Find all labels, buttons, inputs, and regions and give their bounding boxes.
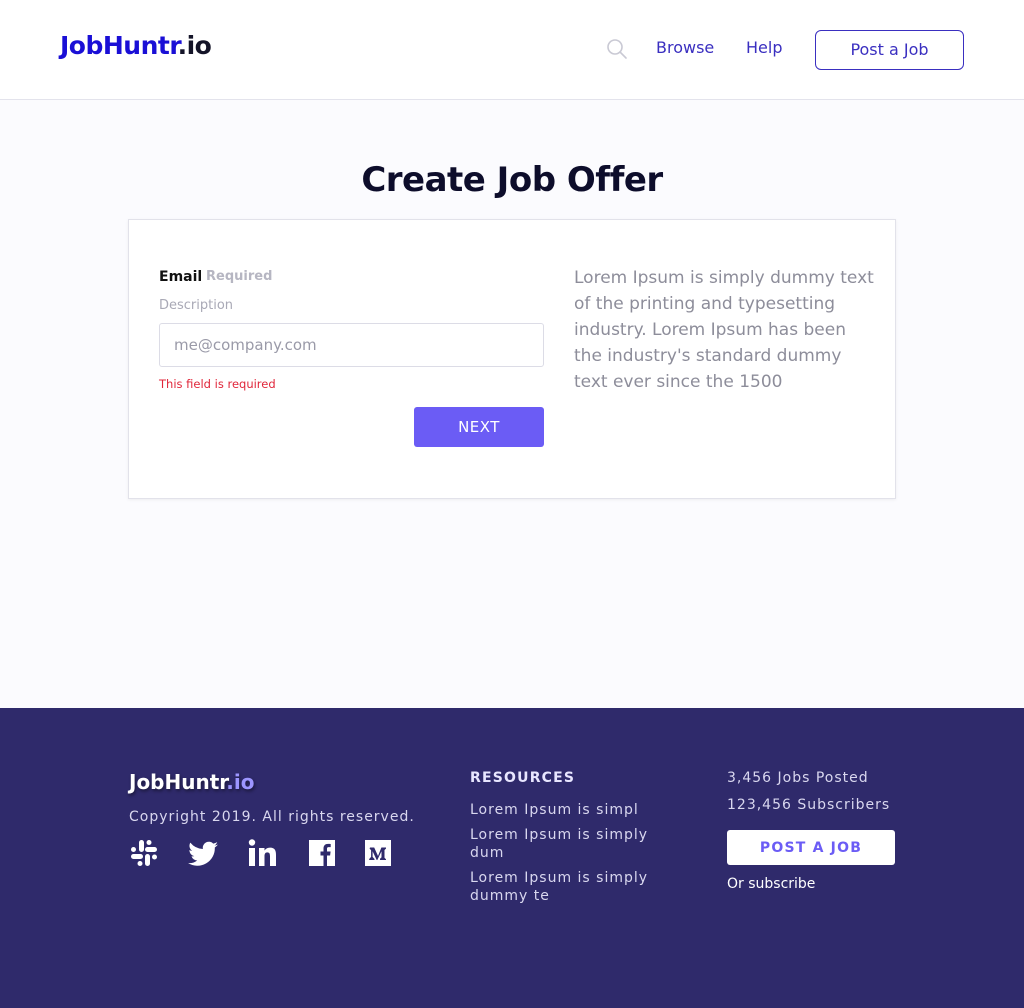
search-icon[interactable]: [606, 38, 628, 60]
logo[interactable]: JobHuntr.io: [60, 31, 212, 60]
logo-tld: .io: [177, 31, 212, 60]
resources-list: Lorem Ipsum is simpl Lorem Ipsum is simp…: [470, 801, 670, 912]
resource-link[interactable]: Lorem Ipsum is simply dummy te: [470, 869, 670, 905]
footer-post-job-button[interactable]: POST A JOB: [727, 830, 895, 865]
email-label: Email: [159, 269, 203, 285]
site-footer: JobHuntr.io Copyright 2019. All rights r…: [0, 708, 1024, 1008]
subscribe-link[interactable]: Or subscribe: [727, 876, 815, 892]
footer-logo-tld: .io: [226, 770, 255, 794]
resource-link[interactable]: Lorem Ipsum is simpl: [470, 801, 670, 819]
required-indicator: Required: [206, 269, 273, 284]
nav-browse-link[interactable]: Browse: [656, 38, 714, 57]
footer-logo-main: JobHuntr: [129, 770, 227, 794]
footer-logo[interactable]: JobHuntr.io: [129, 770, 255, 794]
copyright: Copyright 2019. All rights reserved.: [129, 809, 415, 825]
field-error-message: This field is required: [159, 377, 276, 391]
linkedin-icon[interactable]: [247, 838, 277, 868]
post-job-button[interactable]: Post a Job: [815, 30, 964, 70]
subscribers-stat: 123,456 Subscribers: [727, 797, 891, 813]
field-description: Description: [159, 298, 234, 313]
slack-icon[interactable]: [129, 838, 159, 868]
facebook-icon[interactable]: [307, 838, 337, 868]
job-offer-form-card: Email Required Description This field is…: [128, 219, 896, 499]
nav-help-link[interactable]: Help: [746, 38, 782, 57]
resource-link[interactable]: Lorem Ipsum is simply dum: [470, 826, 670, 862]
page-title: Create Job Offer: [361, 160, 663, 200]
jobs-posted-stat: 3,456 Jobs Posted: [727, 770, 869, 786]
logo-main: JobHuntr: [60, 31, 178, 60]
next-button[interactable]: NEXT: [414, 407, 544, 447]
social-links: [129, 838, 399, 870]
email-input[interactable]: [159, 323, 544, 367]
medium-icon[interactable]: [363, 838, 393, 868]
site-header: JobHuntr.io Browse Help Post a Job: [0, 0, 1024, 100]
resources-title: RESOURCES: [470, 770, 576, 786]
side-description: Lorem Ipsum is simply dummy text of the …: [574, 268, 874, 392]
twitter-icon[interactable]: [187, 838, 219, 868]
